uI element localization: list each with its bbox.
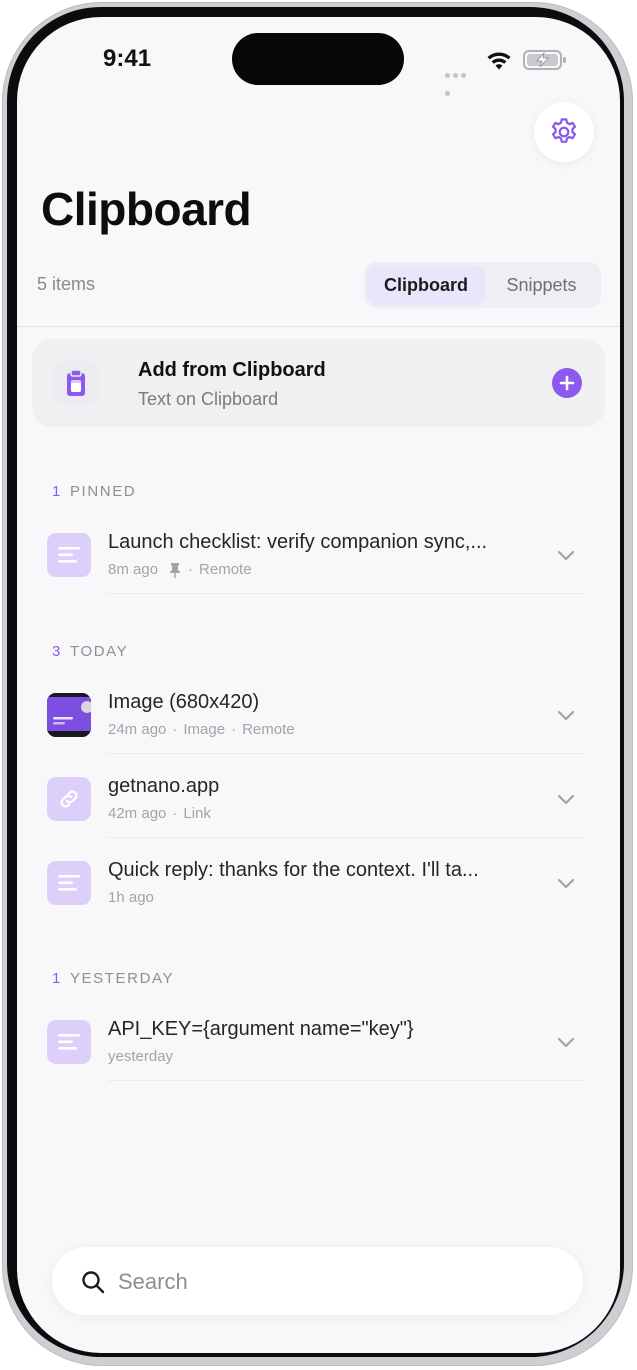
clipboard-icon — [67, 369, 85, 396]
page-title: Clipboard — [41, 183, 252, 235]
clip-item[interactable]: Quick reply: thanks for the context. I'l… — [17, 845, 620, 929]
link-thumbnail — [47, 777, 91, 821]
section-label: YESTERDAY — [69, 970, 175, 987]
clip-time: 24m ago — [108, 721, 167, 738]
clip-title: Image (680x420) — [108, 691, 260, 713]
status-time: 9:41 — [103, 45, 152, 72]
header-divider — [17, 326, 620, 327]
settings-button[interactable] — [534, 102, 594, 162]
image-preview-icon — [47, 693, 91, 737]
view-segmented-control: Clipboard Snippets — [364, 262, 601, 308]
clip-time: yesterday — [108, 1048, 174, 1065]
row-divider — [108, 1080, 585, 1081]
search-icon — [82, 1271, 105, 1294]
clip-source: Remote — [199, 561, 252, 578]
segment-clipboard[interactable]: Clipboard — [367, 265, 485, 305]
chevron-down-icon[interactable] — [555, 872, 577, 894]
signal-dots-icon — [445, 65, 475, 96]
clip-meta: 42m ago · Link — [108, 805, 211, 822]
clip-item[interactable]: Launch checklist: verify companion sync,… — [17, 517, 620, 601]
segment-snippets[interactable]: Snippets — [485, 265, 598, 305]
clip-meta: 8m ago · Remote — [108, 561, 252, 578]
wifi-icon — [487, 52, 511, 70]
clip-source: Remote — [242, 721, 295, 738]
section-count: 3 — [52, 643, 62, 660]
battery-charging-icon — [523, 50, 566, 70]
chevron-down-icon[interactable] — [555, 788, 577, 810]
clip-meta: 24m ago · Image · Remote — [108, 721, 295, 738]
clip-type: Image — [183, 721, 226, 738]
add-card-title: Add from Clipboard — [138, 359, 326, 381]
meta-separator: · — [172, 721, 178, 738]
section-header-yesterday: 1 YESTERDAY — [52, 970, 174, 987]
search-bar[interactable] — [52, 1247, 583, 1315]
link-icon — [60, 790, 78, 808]
clip-title: getnano.app — [108, 775, 220, 797]
clipboard-icon-box — [54, 361, 98, 405]
section-header-today: 3 TODAY — [52, 643, 128, 660]
item-count: 5 items — [37, 274, 96, 294]
clip-title: Launch checklist: verify companion sync,… — [108, 531, 488, 553]
text-lines-icon — [58, 1034, 80, 1050]
row-divider — [108, 593, 585, 594]
meta-separator: · — [188, 561, 194, 578]
add-card-subtitle: Text on Clipboard — [138, 389, 279, 409]
text-thumbnail — [47, 533, 91, 577]
plus-icon — [559, 375, 575, 391]
meta-separator: · — [231, 721, 237, 738]
meta-separator: · — [172, 805, 178, 822]
text-lines-icon — [58, 547, 80, 563]
section-label: TODAY — [69, 643, 129, 660]
add-from-clipboard-card[interactable]: Add from Clipboard Text on Clipboard — [32, 339, 605, 427]
clip-time: 42m ago — [108, 805, 167, 822]
search-input[interactable] — [116, 1263, 550, 1301]
chevron-down-icon[interactable] — [555, 544, 577, 566]
dynamic-island — [232, 33, 404, 85]
clip-title: Quick reply: thanks for the context. I'l… — [108, 859, 479, 881]
text-lines-icon — [58, 875, 80, 891]
image-thumbnail — [47, 693, 91, 737]
pin-icon — [170, 562, 181, 578]
clip-time: 8m ago — [108, 561, 159, 578]
section-count: 1 — [52, 483, 62, 500]
clip-item[interactable]: getnano.app 42m ago · Link — [17, 761, 620, 845]
clip-meta: yesterday — [108, 1048, 173, 1065]
clip-item[interactable]: API_KEY={argument name="key"} yesterday — [17, 1004, 620, 1088]
clip-type: Link — [183, 805, 211, 822]
clip-time: 1h ago — [108, 889, 154, 906]
clip-title: API_KEY={argument name="key"} — [108, 1018, 414, 1040]
section-label: PINNED — [69, 483, 137, 500]
text-thumbnail — [47, 861, 91, 905]
chevron-down-icon[interactable] — [555, 1031, 577, 1053]
section-count: 1 — [52, 970, 62, 987]
row-divider — [108, 837, 585, 838]
text-thumbnail — [47, 1020, 91, 1064]
screen: 9:41 Clipboard 5 items Clipboard Snippet… — [17, 17, 620, 1353]
add-button[interactable] — [552, 368, 582, 398]
row-divider — [108, 753, 585, 754]
clip-meta: 1h ago — [108, 889, 154, 906]
clip-item[interactable]: Image (680x420) 24m ago · Image · Remote — [17, 677, 620, 761]
chevron-down-icon[interactable] — [555, 704, 577, 726]
section-header-pinned: 1 PINNED — [52, 483, 136, 500]
gear-icon — [551, 118, 577, 143]
